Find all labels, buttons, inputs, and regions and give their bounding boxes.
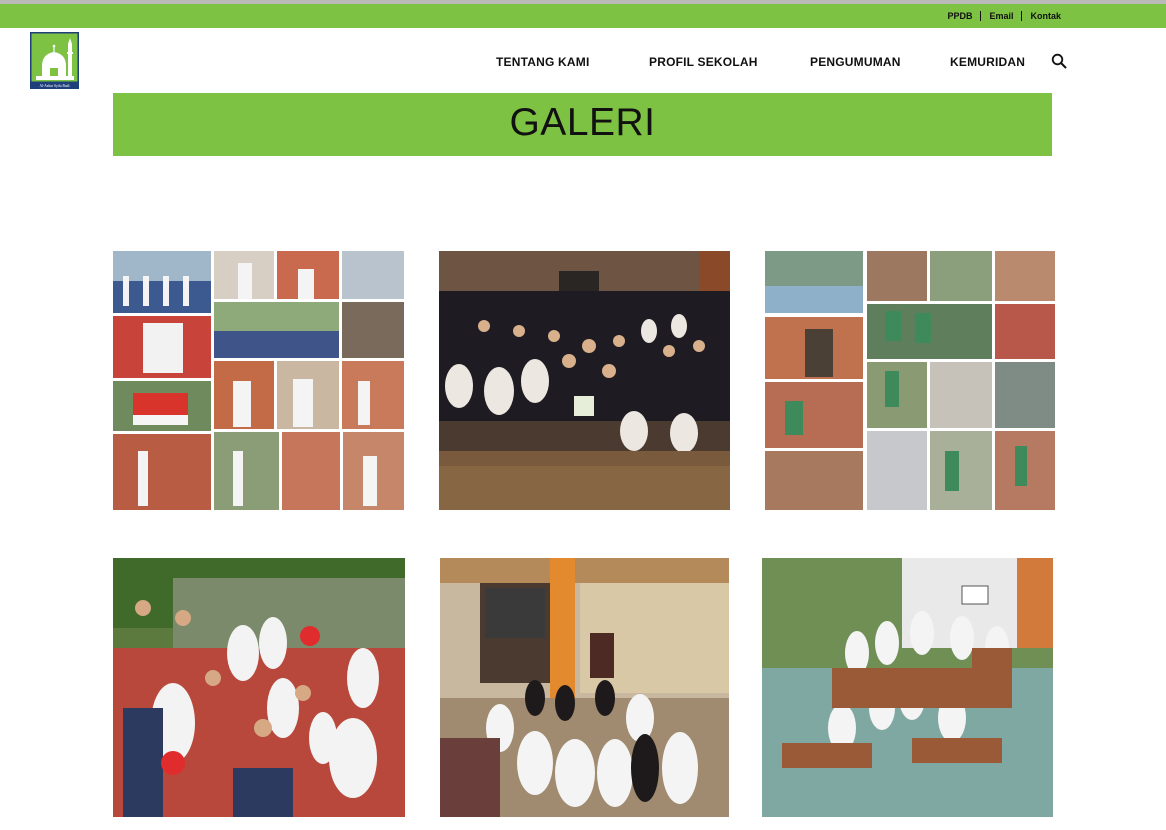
page: PPDB Email Kontak Al-Azhar Syifa Budi TE… <box>0 0 1166 830</box>
kontak-link[interactable]: Kontak <box>1022 11 1069 21</box>
page-banner: GALERI <box>113 93 1052 156</box>
nav-item-tentang-kami[interactable]: TENTANG KAMI <box>496 55 590 69</box>
nav-item-kemuridan[interactable]: KEMURIDAN <box>950 55 1025 69</box>
nav-item-profil-sekolah[interactable]: PROFIL SEKOLAH <box>649 55 758 69</box>
gallery-photo-outdoor-group[interactable] <box>113 558 405 817</box>
gallery-photo-graduation[interactable] <box>439 251 730 510</box>
ppdb-link[interactable]: PPDB <box>939 11 980 21</box>
gallery-photo-flag-ceremony[interactable] <box>113 251 404 510</box>
page-title: GALERI <box>509 101 656 144</box>
logo-caption: Al-Azhar Syifa Budi <box>40 84 70 88</box>
search-icon <box>1051 53 1067 69</box>
photo-image <box>765 251 1055 510</box>
search-button[interactable] <box>1051 53 1067 69</box>
nav-item-pengumuman[interactable]: PENGUMUMAN <box>810 55 901 69</box>
photo-image <box>439 251 730 510</box>
main-nav: TENTANG KAMI PROFIL SEKOLAH PENGUMUMAN K… <box>0 55 1166 71</box>
top-bar: PPDB Email Kontak <box>0 4 1166 28</box>
gallery-photo-charity-collage[interactable] <box>765 251 1055 510</box>
top-links: PPDB Email Kontak <box>939 11 1069 21</box>
gallery-photo-courtyard-group[interactable] <box>762 558 1053 817</box>
email-link[interactable]: Email <box>981 11 1021 21</box>
photo-image <box>440 558 729 817</box>
photo-image <box>762 558 1053 817</box>
photo-image <box>113 558 405 817</box>
photo-image <box>113 251 404 510</box>
gallery-photo-indoor-group[interactable] <box>440 558 729 817</box>
